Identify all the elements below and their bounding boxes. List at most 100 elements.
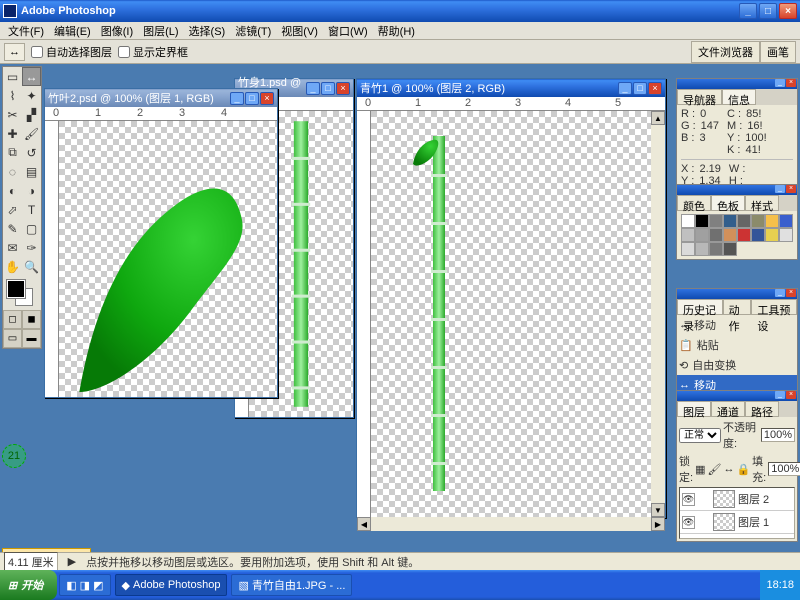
- opacity-value[interactable]: 100%: [761, 428, 795, 442]
- swatch-8[interactable]: [681, 228, 695, 242]
- system-tray[interactable]: 18:18: [760, 570, 800, 600]
- gradient-tool[interactable]: ▤: [22, 162, 41, 181]
- blur-tool[interactable]: ◐: [3, 181, 22, 200]
- dodge-tool[interactable]: ◑: [22, 181, 41, 200]
- screenmode-full-icon[interactable]: ▬: [22, 329, 41, 348]
- col-min[interactable]: _: [775, 185, 785, 193]
- menu-view[interactable]: 视图(V): [277, 21, 322, 41]
- screenmode-std-icon[interactable]: ▭: [3, 329, 22, 348]
- swatch-18[interactable]: [709, 242, 723, 256]
- show-bounds-checkbox[interactable]: 显示定界框: [118, 44, 188, 60]
- swatch-13[interactable]: [751, 228, 765, 242]
- task-image[interactable]: ▧青竹自由1.JPG - ...: [231, 574, 352, 596]
- lock-trans-icon[interactable]: ▦: [695, 463, 705, 476]
- lay-min[interactable]: _: [775, 391, 785, 399]
- swatch-11[interactable]: [723, 228, 737, 242]
- path-tool[interactable]: ⬀: [3, 200, 22, 219]
- doc2-close[interactable]: ×: [336, 82, 350, 95]
- doc1-min[interactable]: _: [230, 92, 244, 105]
- swatch-17[interactable]: [695, 242, 709, 256]
- doc3-close[interactable]: ×: [648, 82, 662, 95]
- lock-pos-icon[interactable]: ↔: [723, 463, 734, 475]
- tab-actions[interactable]: 动作: [723, 299, 752, 315]
- history-brush-tool[interactable]: ↺: [22, 143, 41, 162]
- tab-layers[interactable]: 图层: [677, 401, 711, 417]
- swatch-0[interactable]: [681, 214, 695, 228]
- doc3-max[interactable]: □: [633, 82, 647, 95]
- doc1-max[interactable]: □: [245, 92, 259, 105]
- swatch-6[interactable]: [765, 214, 779, 228]
- doc2-min[interactable]: _: [306, 82, 320, 95]
- layer-row-1[interactable]: 👁图层 1: [680, 511, 794, 534]
- swatch-15[interactable]: [779, 228, 793, 242]
- tab-info[interactable]: 信息: [722, 89, 756, 105]
- foreground-color[interactable]: [7, 280, 25, 298]
- maximize-button[interactable]: □: [759, 3, 777, 19]
- heal-tool[interactable]: ✚: [3, 124, 22, 143]
- swatch-3[interactable]: [723, 214, 737, 228]
- brushes-tab[interactable]: 画笔: [760, 41, 796, 63]
- tab-channels[interactable]: 通道: [711, 401, 745, 417]
- doc3-vscroll[interactable]: ▲▼: [651, 111, 665, 517]
- tab-color[interactable]: 颜色: [677, 195, 711, 211]
- pen-tool[interactable]: ✎: [3, 219, 22, 238]
- zoom-tool[interactable]: 🔍: [22, 257, 41, 276]
- quickmask-mode-icon[interactable]: ◼: [22, 310, 41, 329]
- fill-value[interactable]: 100%: [768, 462, 800, 476]
- tab-navigator[interactable]: 导航器: [677, 89, 722, 105]
- tab-swatches[interactable]: 色板: [711, 195, 745, 211]
- hist-min[interactable]: _: [775, 289, 785, 297]
- file-browser-tab[interactable]: 文件浏览器: [691, 41, 760, 63]
- swatch-14[interactable]: [765, 228, 779, 242]
- task-photoshop[interactable]: ◆Adobe Photoshop: [115, 574, 228, 596]
- tab-styles[interactable]: 样式: [745, 195, 779, 211]
- close-button[interactable]: ×: [779, 3, 797, 19]
- swatch-4[interactable]: [737, 214, 751, 228]
- menu-filter[interactable]: 滤镜(T): [231, 21, 275, 41]
- visibility-icon[interactable]: 👁: [682, 516, 695, 529]
- blend-mode-select[interactable]: 正常: [679, 428, 721, 443]
- crop-tool[interactable]: ✂: [3, 105, 22, 124]
- eyedropper-tool[interactable]: ✑: [22, 238, 41, 257]
- lay-close[interactable]: ×: [786, 391, 796, 399]
- start-button[interactable]: ⊞开始: [0, 570, 57, 600]
- nav-min[interactable]: _: [775, 79, 785, 87]
- standard-mode-icon[interactable]: ◻: [3, 310, 22, 329]
- lock-paint-icon[interactable]: 🖌: [707, 463, 721, 476]
- slice-tool[interactable]: ▞: [22, 105, 41, 124]
- notes-tool[interactable]: ✉: [3, 238, 22, 257]
- document-green-bamboo[interactable]: 青竹1 @ 100% (图层 2, RGB) _□× 012345 ▲▼ ◀▶: [356, 78, 666, 518]
- nav-close[interactable]: ×: [786, 79, 796, 87]
- tab-paths[interactable]: 路径: [745, 401, 779, 417]
- layer-row-0[interactable]: 👁图层 2: [680, 488, 794, 511]
- swatch-2[interactable]: [709, 214, 723, 228]
- auto-select-checkbox[interactable]: 自动选择图层: [31, 44, 112, 60]
- quicklaunch[interactable]: ◧ ◨ ◩: [59, 574, 110, 596]
- stamp-tool[interactable]: ⧉: [3, 143, 22, 162]
- document-leaf[interactable]: 竹叶2.psd @ 100% (图层 1, RGB) _□× 01234: [44, 88, 278, 398]
- swatch-12[interactable]: [737, 228, 751, 242]
- menu-edit[interactable]: 编辑(E): [50, 21, 95, 41]
- menu-file[interactable]: 文件(F): [4, 21, 48, 41]
- swatch-7[interactable]: [779, 214, 793, 228]
- history-step-1[interactable]: 📋粘贴: [677, 335, 797, 355]
- status-zoom[interactable]: 4.11 厘米: [4, 552, 58, 572]
- doc1-close[interactable]: ×: [260, 92, 274, 105]
- lasso-tool[interactable]: ⌇: [3, 86, 22, 105]
- swatch-10[interactable]: [709, 228, 723, 242]
- swatch-1[interactable]: [695, 214, 709, 228]
- tab-toolpresets[interactable]: 工具预设: [751, 299, 797, 315]
- doc3-hscroll[interactable]: ◀▶: [357, 517, 665, 531]
- col-close[interactable]: ×: [786, 185, 796, 193]
- visibility-icon[interactable]: 👁: [682, 493, 695, 506]
- doc3-canvas[interactable]: [371, 111, 651, 517]
- hist-close[interactable]: ×: [786, 289, 796, 297]
- shape-tool[interactable]: ▢: [22, 219, 41, 238]
- foreground-background-colors[interactable]: [3, 276, 41, 310]
- history-step-2[interactable]: ⟲自由变换: [677, 355, 797, 375]
- lock-all-icon[interactable]: 🔒: [736, 463, 750, 476]
- eraser-tool[interactable]: ◌: [3, 162, 22, 181]
- type-tool[interactable]: T: [22, 200, 41, 219]
- minimize-button[interactable]: _: [739, 3, 757, 19]
- brush-tool[interactable]: 🖌: [22, 124, 41, 143]
